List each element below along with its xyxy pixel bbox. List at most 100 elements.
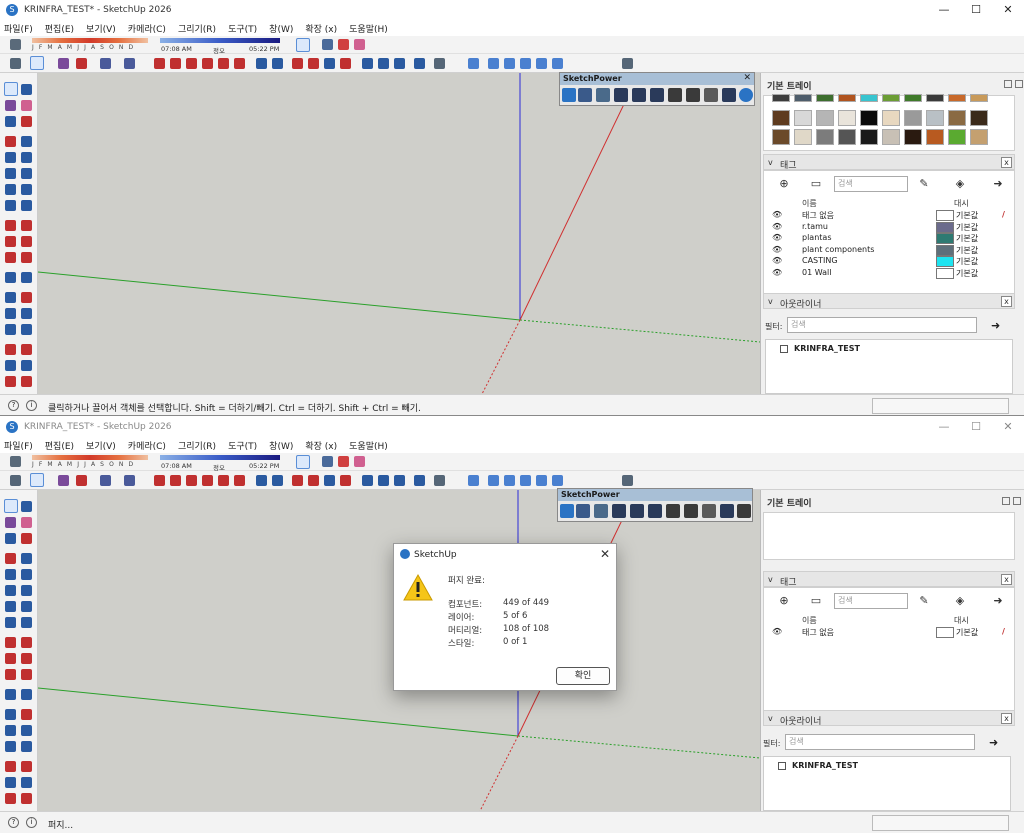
- menu-edit[interactable]: 편집(E): [45, 22, 74, 35]
- paint-bucket-icon[interactable]: [5, 116, 16, 127]
- left-protractor-icon[interactable]: [5, 709, 16, 720]
- info-icon[interactable]: i: [26, 817, 37, 828]
- orbit-icon[interactable]: [292, 58, 303, 69]
- view-right-icon[interactable]: [520, 58, 531, 69]
- material-swatch[interactable]: [926, 110, 944, 126]
- tag-dash[interactable]: 기본값: [956, 627, 978, 638]
- eye-visibility-icon[interactable]: 👁: [772, 210, 782, 219]
- left-rectangle-icon[interactable]: [5, 152, 16, 163]
- sparkle-icon[interactable]: [622, 475, 633, 486]
- material-swatch[interactable]: [948, 129, 966, 145]
- arc-2pt-icon[interactable]: [21, 184, 32, 195]
- line-tool-icon[interactable]: [76, 58, 87, 69]
- menu-window[interactable]: 창(W): [269, 439, 293, 452]
- menu-tools[interactable]: 도구(T): [228, 439, 257, 452]
- rotated-rectangle-icon[interactable]: [21, 569, 32, 580]
- shadow-toggle-icon[interactable]: [10, 39, 21, 50]
- zoom-window-icon[interactable]: [21, 777, 32, 788]
- outliner-details-icon[interactable]: ➜: [989, 736, 998, 749]
- zoom-icon[interactable]: [324, 475, 335, 486]
- menu-window[interactable]: 창(W): [269, 22, 293, 35]
- extension-manager-icon[interactable]: [414, 475, 425, 486]
- material-swatch[interactable]: [948, 94, 966, 102]
- left-pan-icon[interactable]: [21, 344, 32, 355]
- extension-manager-icon[interactable]: [414, 58, 425, 69]
- move-icon[interactable]: [186, 475, 197, 486]
- material-swatch[interactable]: [926, 94, 944, 102]
- protractor-icon[interactable]: [272, 58, 283, 69]
- left-follow-me-icon[interactable]: [21, 236, 32, 247]
- left-offset-icon[interactable]: [21, 669, 32, 680]
- tag-color-swatch[interactable]: [936, 210, 954, 221]
- position-camera-icon[interactable]: [21, 793, 32, 804]
- col-dash-header[interactable]: 대시: [954, 615, 969, 626]
- material-swatch[interactable]: [860, 110, 878, 126]
- follow-me-icon[interactable]: [170, 475, 181, 486]
- outliner-panel-header[interactable]: v 아웃라이너 x: [763, 293, 1015, 310]
- dialog-close-icon[interactable]: ✕: [600, 547, 610, 561]
- material-swatch[interactable]: [816, 129, 834, 145]
- paint-icon[interactable]: [338, 456, 349, 467]
- sp-tool-4-icon[interactable]: [632, 88, 646, 102]
- section-plane-icon[interactable]: [5, 324, 16, 335]
- left-zoom-extents-icon[interactable]: [5, 376, 16, 387]
- axes-icon[interactable]: [21, 292, 32, 303]
- left-protractor-icon[interactable]: [5, 292, 16, 303]
- tag-icon[interactable]: [21, 116, 32, 127]
- outliner-root-item[interactable]: KRINFRA_TEST: [792, 761, 858, 770]
- eraser-icon[interactable]: [354, 456, 365, 467]
- material-swatch[interactable]: [970, 94, 988, 102]
- search-icon[interactable]: [10, 475, 21, 486]
- material-swatch[interactable]: [816, 110, 834, 126]
- extension-warehouse-icon[interactable]: [378, 475, 389, 486]
- menu-edit[interactable]: 편집(E): [45, 439, 74, 452]
- material-swatch[interactable]: [948, 110, 966, 126]
- walk-icon[interactable]: [21, 741, 32, 752]
- tape-measure-icon[interactable]: [256, 58, 267, 69]
- circle-icon[interactable]: [5, 585, 16, 596]
- material-swatch[interactable]: [838, 110, 856, 126]
- eye-visibility-icon[interactable]: 👁: [772, 245, 782, 254]
- profile-icon[interactable]: [434, 475, 445, 486]
- material-swatch[interactable]: [838, 94, 856, 102]
- rotated-rectangle-icon[interactable]: [21, 152, 32, 163]
- tag-row[interactable]: 👁 태그 없음 기본값 /: [766, 627, 1016, 638]
- sp-tool-6-icon[interactable]: [666, 504, 680, 518]
- tags-search-input[interactable]: 검색: [834, 593, 908, 609]
- material-swatch[interactable]: [772, 94, 790, 102]
- left-pan-icon[interactable]: [21, 761, 32, 772]
- left-select-button[interactable]: [4, 499, 18, 513]
- menu-file[interactable]: 파일(F): [4, 439, 33, 452]
- scale-icon[interactable]: [218, 58, 229, 69]
- col-name-header[interactable]: 이름: [802, 198, 817, 209]
- tags-panel-close-icon[interactable]: x: [1001, 157, 1012, 168]
- layout-icon[interactable]: [394, 475, 405, 486]
- select-arrow-button[interactable]: [30, 473, 44, 487]
- left-eraser-icon[interactable]: [21, 100, 32, 111]
- follow-me-icon[interactable]: [170, 58, 181, 69]
- left-zoom-extents-icon[interactable]: [5, 793, 16, 804]
- rotate-icon[interactable]: [202, 58, 213, 69]
- select-tool-button[interactable]: [296, 38, 310, 52]
- freehand-icon[interactable]: [21, 553, 32, 564]
- left-eraser-icon[interactable]: [21, 517, 32, 528]
- material-swatch[interactable]: [860, 94, 878, 102]
- tags-panel-header[interactable]: v 태그 x: [763, 571, 1015, 588]
- position-camera-icon[interactable]: [21, 376, 32, 387]
- menu-help[interactable]: 도움말(H): [349, 22, 388, 35]
- select-tool-button[interactable]: [296, 455, 310, 469]
- left-rectangle-icon[interactable]: [5, 569, 16, 580]
- left-select-button[interactable]: [4, 82, 18, 96]
- profile-icon[interactable]: [434, 58, 445, 69]
- component-icon[interactable]: [322, 39, 333, 50]
- left-scale-icon[interactable]: [5, 669, 16, 680]
- material-swatch[interactable]: [838, 129, 856, 145]
- select-arrow-button[interactable]: [30, 56, 44, 70]
- layout-icon[interactable]: [394, 58, 405, 69]
- col-dash-header[interactable]: 대시: [954, 198, 969, 209]
- left-rotate-icon[interactable]: [5, 653, 16, 664]
- view-front-icon[interactable]: [504, 475, 515, 486]
- left-zoom-icon[interactable]: [5, 360, 16, 371]
- material-swatch[interactable]: [882, 94, 900, 102]
- tray-pin-icon[interactable]: [1002, 497, 1010, 505]
